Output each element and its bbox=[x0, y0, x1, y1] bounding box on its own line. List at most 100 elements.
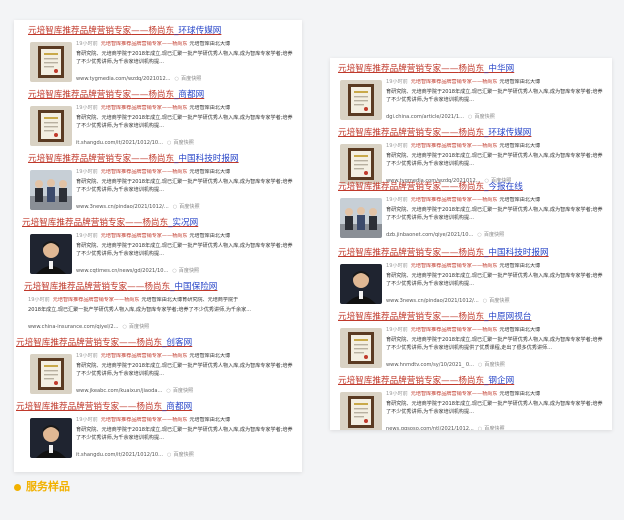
result-meta-line: 19小时前 元培智库推荐品牌营销专家——杨尚东 元培智库由北大博 bbox=[386, 327, 606, 334]
meta-tail-text: 元培智库由北大博 bbox=[189, 41, 231, 47]
cert-frame-icon[interactable] bbox=[340, 328, 382, 368]
result-snippet: 育研究院、元培商学院于2018年成立,现已汇聚一批产学研优秀人物入库,成为智库专… bbox=[76, 51, 293, 65]
group-photo-icon[interactable] bbox=[340, 198, 382, 238]
title-media-name: _中国科技时报网 bbox=[174, 154, 239, 164]
result-url[interactable]: it.shangdu.com/it/2021/1012/10... bbox=[76, 140, 163, 146]
snapshot-circle-icon: ○ bbox=[477, 232, 482, 238]
title-person-name: 杨尚东 bbox=[136, 338, 163, 348]
snapshot-circle-icon: ○ bbox=[467, 114, 473, 120]
title-media-name: _商都网 bbox=[162, 402, 193, 412]
snapshot-circle-icon: ○ bbox=[167, 452, 172, 458]
title-text: 元培智库推荐品牌营销专家 bbox=[28, 26, 132, 36]
result-meta-line: 19小时前 元培智库推荐品牌营销专家——杨尚东 元培智库由北大博 bbox=[386, 79, 606, 86]
title-text: 元培智库推荐品牌营销专家 bbox=[16, 338, 120, 348]
result-url[interactable]: www.cqtimes.cn/news/gd/2021/10... bbox=[76, 268, 168, 274]
result-title-link[interactable]: 元培智库推荐品牌营销专家——杨尚东_中原网视台 bbox=[338, 312, 531, 323]
result-url-line: news.gqsoso.com/ntl/2021/1012... ○ 百度快照 bbox=[386, 426, 505, 430]
snapshot-circle-icon: ○ bbox=[167, 140, 172, 146]
result-url[interactable]: dgi.china.com/article/2021/1... bbox=[386, 114, 464, 120]
meta-tail-text: 元培智库由北大博 bbox=[499, 391, 541, 397]
cert-frame-icon[interactable] bbox=[340, 80, 382, 120]
cert-frame-icon[interactable] bbox=[30, 354, 72, 394]
cert-frame-icon[interactable] bbox=[340, 144, 382, 184]
title-text: 元培智库推荐品牌营销专家 bbox=[338, 248, 442, 258]
portrait-icon[interactable] bbox=[30, 418, 72, 458]
result-title-link[interactable]: 元培智库推荐品牌营销专家——杨尚东_环球传媒网 bbox=[28, 26, 221, 37]
portrait-icon[interactable] bbox=[340, 264, 382, 304]
result-url[interactable]: news.gqsoso.com/ntl/2021/1012... bbox=[386, 426, 474, 430]
snapshot-link[interactable]: 百度快照 bbox=[474, 114, 494, 120]
result-snippet: 育研究院、元培商学院于2018年成立,现已汇聚一批产学研优秀人物入库,成为智库专… bbox=[76, 243, 293, 257]
snapshot-link[interactable]: 百度快照 bbox=[484, 426, 504, 430]
result-title-link[interactable]: 元培智库推荐品牌营销专家——杨尚东_创客网 bbox=[16, 338, 192, 349]
result-snippet: 育研究院、元培商学院于2018年成立,现已汇聚一批产学研优秀人物入库,成为智库专… bbox=[386, 273, 603, 287]
result-snippet: 育研究院、元培商学院于2018年成立,现已汇聚一批产学研优秀人物入库,成为智库专… bbox=[76, 427, 293, 441]
bullet-dot-icon bbox=[14, 484, 21, 491]
result-url-line: www.china-insurance.com/qiyel/2... ○ 百度快照 bbox=[28, 324, 149, 331]
title-media-name: _中华网 bbox=[484, 64, 515, 74]
highlighted-keyword: 元培智库推荐品牌营销专家——杨尚东 bbox=[410, 327, 498, 333]
title-media-name: _今报在线 bbox=[484, 182, 523, 192]
snapshot-link[interactable]: 百度快照 bbox=[181, 76, 201, 82]
result-time: 19小时前 bbox=[76, 105, 98, 111]
result-url[interactable]: it.shangdu.com/it/2021/1012/10... bbox=[76, 452, 163, 458]
snapshot-link[interactable]: 百度快照 bbox=[173, 140, 193, 146]
result-title-link[interactable]: 元培智库推荐品牌营销专家——杨尚东_钢企网 bbox=[338, 376, 514, 387]
title-person-name: 杨尚东 bbox=[144, 282, 171, 292]
result-time: 19小时前 bbox=[76, 353, 98, 359]
title-media-name: _中国科技时报网 bbox=[484, 248, 549, 258]
snapshot-link[interactable]: 百度快照 bbox=[173, 452, 193, 458]
highlighted-keyword: 元培智库推荐品牌营销专家——杨尚东 bbox=[410, 391, 498, 397]
result-meta-line: 19小时前 元培智库推荐品牌营销专家——杨尚东 元培智库由北大博 bbox=[386, 263, 606, 270]
title-separator: —— bbox=[441, 376, 459, 386]
highlighted-keyword: 元培智库推荐品牌营销专家——杨尚东 bbox=[100, 169, 188, 175]
snapshot-link[interactable]: 百度快照 bbox=[484, 362, 504, 368]
cert-frame-icon[interactable] bbox=[30, 106, 72, 146]
cert-frame-icon[interactable] bbox=[340, 392, 382, 430]
title-text: 元培智库推荐品牌营销专家 bbox=[28, 154, 132, 164]
highlighted-keyword: 元培智库推荐品牌营销专家——杨尚东 bbox=[410, 143, 498, 149]
result-title-link[interactable]: 元培智库推荐品牌营销专家——杨尚东_中国保险网 bbox=[24, 282, 217, 293]
result-title-link[interactable]: 元培智库推荐品牌营销专家——杨尚东_中华网 bbox=[338, 64, 514, 75]
result-title-link[interactable]: 元培智库推荐品牌营销专家——杨尚东_商都网 bbox=[28, 90, 204, 101]
result-title-link[interactable]: 元培智库推荐品牌营销专家——杨尚东_实况网 bbox=[22, 218, 198, 229]
result-title-link[interactable]: 元培智库推荐品牌营销专家——杨尚东_中国科技时报网 bbox=[28, 154, 239, 165]
title-media-name: _中原网视台 bbox=[484, 312, 532, 322]
section-label: 服务样品 bbox=[26, 480, 70, 493]
result-url[interactable]: www.tygmedia.com/wzdq/2021012... bbox=[76, 76, 171, 82]
result-url[interactable]: www.china-insurance.com/qiyel/2... bbox=[28, 324, 118, 330]
result-title-link[interactable]: 元培智库推荐品牌营销专家——杨尚东_中国科技时报网 bbox=[338, 248, 549, 259]
result-url[interactable]: www.3news.cn/pindao/2021/1012/... bbox=[76, 204, 169, 210]
title-media-name: _商都网 bbox=[174, 90, 205, 100]
group-photo-icon[interactable] bbox=[30, 170, 72, 210]
result-url-line: dgi.china.com/article/2021/1... ○ 百度快照 bbox=[386, 114, 495, 121]
cert-frame-icon[interactable] bbox=[30, 42, 72, 82]
result-url[interactable]: dzb.jinbaonet.com/qiye/2021/10... bbox=[386, 232, 473, 238]
title-text: 元培智库推荐品牌营销专家 bbox=[338, 128, 442, 138]
snapshot-link[interactable]: 百度快照 bbox=[179, 268, 199, 274]
result-meta-line: 19小时前 元培智库推荐品牌营销专家——杨尚东 元培智库由北大博 bbox=[76, 105, 296, 112]
result-title-link[interactable]: 元培智库推荐品牌营销专家——杨尚东_今报在线 bbox=[338, 182, 523, 193]
result-url[interactable]: www.3news.cn/pindao/2021/1012/... bbox=[386, 298, 479, 304]
result-url[interactable]: www.jkeabc.com/kuaixun/jiaoda... bbox=[76, 388, 162, 394]
result-snippet: 育研究院、元培商学院于2018年成立,现已汇聚一批产学研优秀人物入库,成为智库专… bbox=[386, 89, 603, 103]
snapshot-link[interactable]: 百度快照 bbox=[173, 388, 193, 394]
result-url[interactable]: www.hnmdtv.com/sy/10/2021_ 0... bbox=[386, 362, 474, 368]
snapshot-link[interactable]: 百度快照 bbox=[179, 204, 199, 210]
snapshot-link[interactable]: 百度快照 bbox=[489, 298, 509, 304]
snapshot-circle-icon: ○ bbox=[166, 388, 171, 394]
result-title-link[interactable]: 元培智库推荐品牌营销专家——杨尚东_商都网 bbox=[16, 402, 192, 413]
result-snippet: 育研究院、元培商学院于2018年成立,现已汇聚一批产学研优秀人物入库,成为智库专… bbox=[386, 401, 603, 415]
result-url-line: www.cqtimes.cn/news/gd/2021/10... ○ 百度快照 bbox=[76, 268, 199, 275]
result-time: 19小时前 bbox=[28, 297, 50, 303]
title-person-name: 杨尚东 bbox=[142, 218, 169, 228]
meta-tail-text: 元培智库由北大博 bbox=[189, 105, 231, 111]
meta-tail-text: 元培智库由北大博 bbox=[189, 169, 231, 175]
portrait-icon[interactable] bbox=[30, 234, 72, 274]
snapshot-link[interactable]: 百度快照 bbox=[129, 324, 149, 330]
snapshot-link[interactable]: 百度快照 bbox=[484, 232, 504, 238]
title-text: 元培智库推荐品牌营销专家 bbox=[338, 312, 442, 322]
result-title-link[interactable]: 元培智库推荐品牌营销专家——杨尚东_环球传媒网 bbox=[338, 128, 531, 139]
title-separator: —— bbox=[131, 154, 149, 164]
title-media-name: _创客网 bbox=[162, 338, 193, 348]
